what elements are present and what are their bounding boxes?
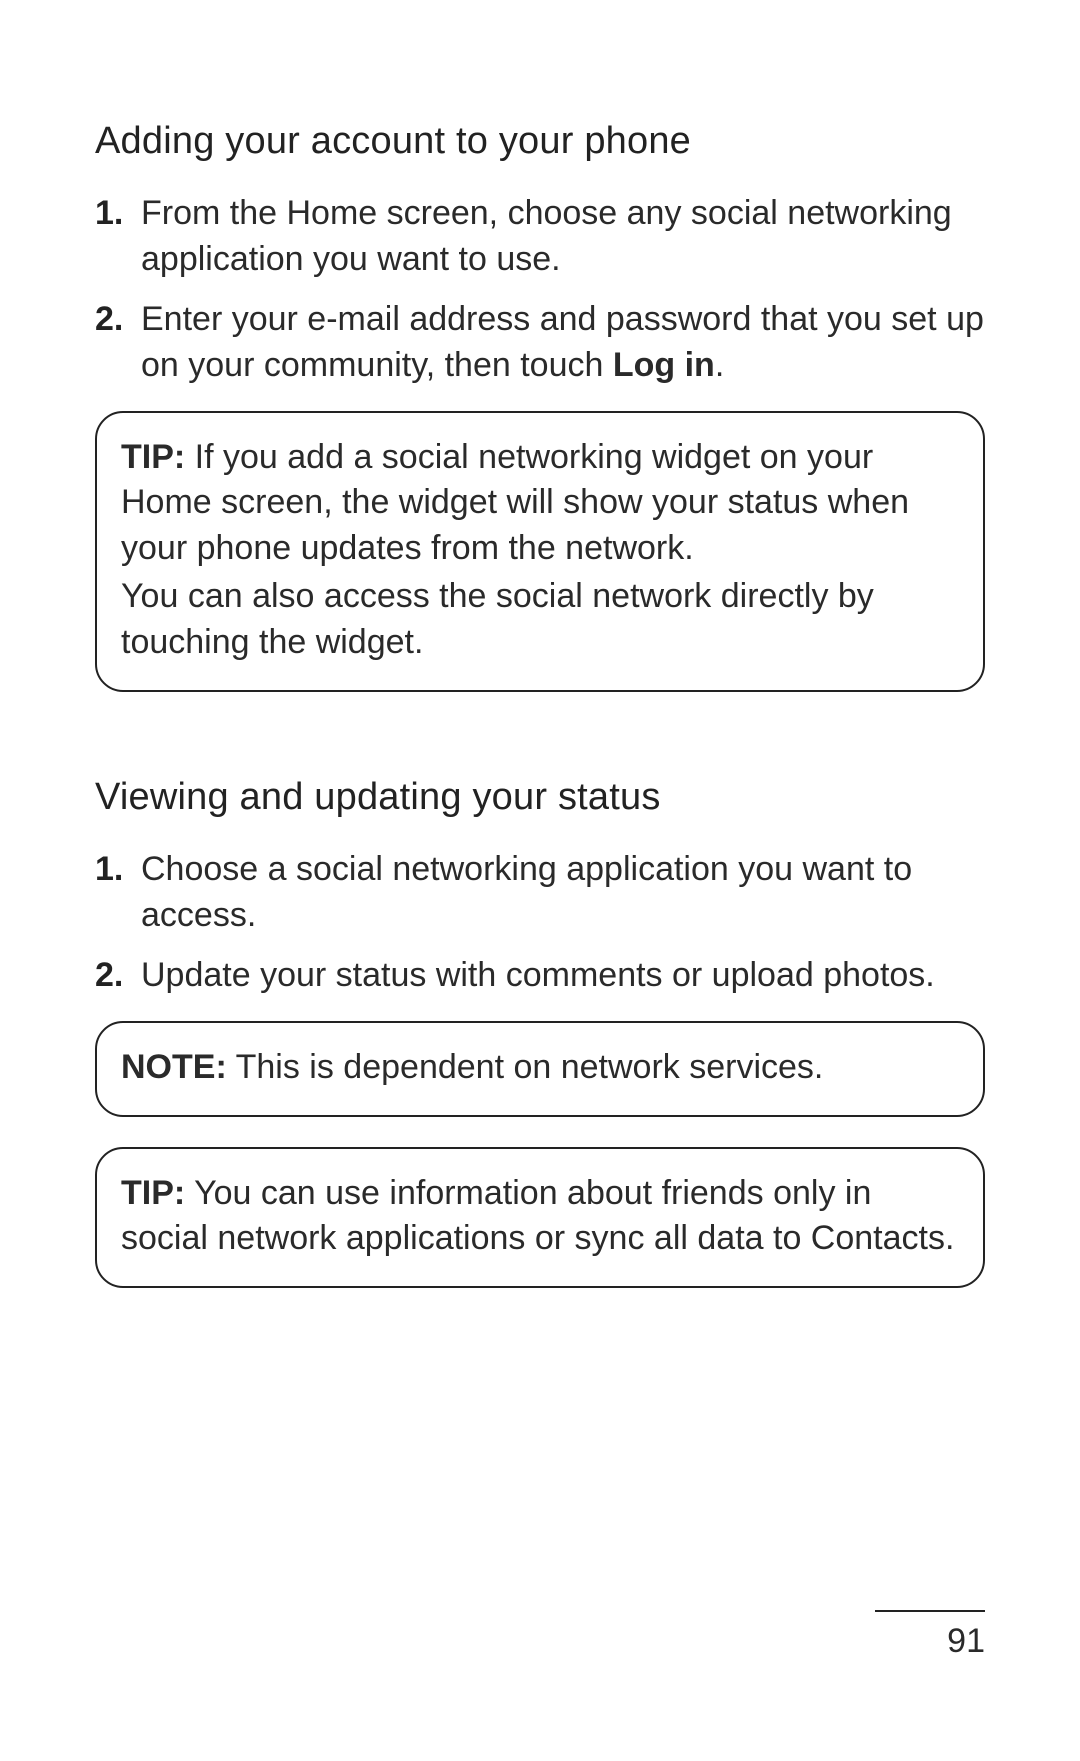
numbered-list: From the Home screen, choose any social … (95, 191, 985, 389)
section-heading: Adding your account to your phone (95, 120, 985, 163)
callout-text: If you add a social networking widget on… (121, 438, 909, 568)
step-text: Choose a social networking application y… (141, 850, 912, 934)
section-gap (95, 734, 985, 776)
callout-text: You can also access the social network d… (121, 574, 959, 666)
list-item: Update your status with comments or uplo… (95, 953, 985, 999)
page-number: 91 (875, 1622, 985, 1661)
step-text-bold: Log in (613, 346, 715, 384)
note-callout: NOTE: This is dependent on network servi… (95, 1021, 985, 1117)
step-text-pre: Enter your e-mail address and password t… (141, 300, 984, 384)
list-item: From the Home screen, choose any social … (95, 191, 985, 283)
footer-rule (875, 1610, 985, 1612)
list-item: Choose a social networking application y… (95, 847, 985, 939)
step-text: From the Home screen, choose any social … (141, 194, 952, 278)
tip-callout: TIP: You can use information about frien… (95, 1147, 985, 1289)
numbered-list: Choose a social networking application y… (95, 847, 985, 999)
callout-text: You can use information about friends on… (121, 1174, 954, 1258)
step-text: Update your status with comments or uplo… (141, 956, 935, 994)
list-item: Enter your e-mail address and password t… (95, 297, 985, 389)
callout-label: TIP: (121, 1174, 185, 1212)
tip-callout: TIP: If you add a social networking widg… (95, 411, 985, 692)
callout-label: TIP: (121, 438, 185, 476)
section-heading: Viewing and updating your status (95, 776, 985, 819)
page-footer: 91 (875, 1610, 985, 1661)
callout-label: NOTE: (121, 1048, 227, 1086)
document-page: Adding your account to your phone From t… (0, 0, 1080, 1761)
step-text-post: . (715, 346, 724, 384)
callout-text: This is dependent on network services. (236, 1048, 824, 1086)
